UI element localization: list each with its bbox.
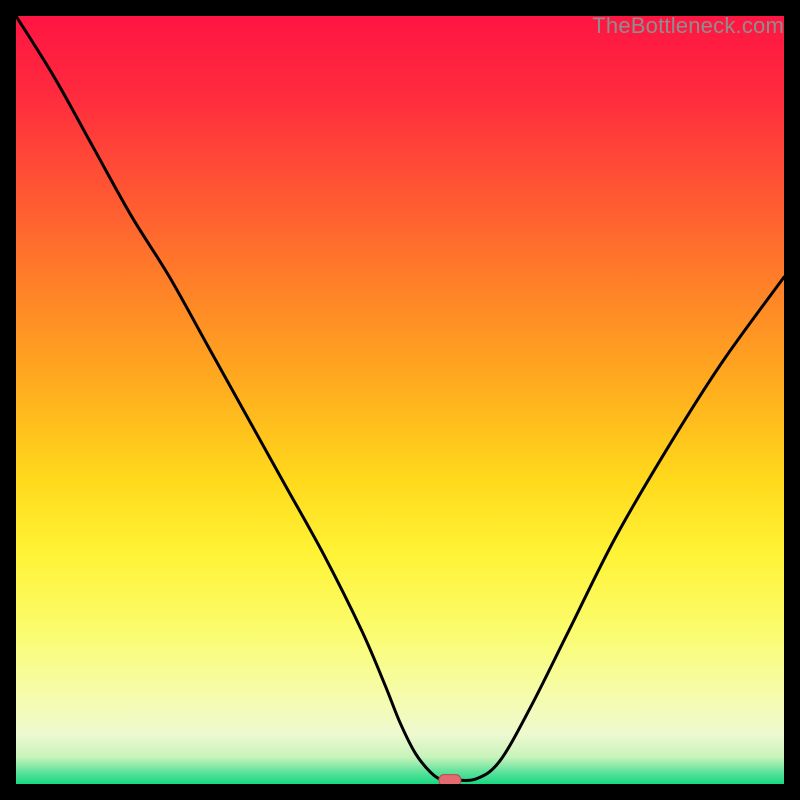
chart-frame: TheBottleneck.com — [16, 16, 784, 784]
minimum-marker — [439, 775, 461, 784]
watermark-text: TheBottleneck.com — [592, 13, 784, 39]
gradient-background — [16, 16, 784, 784]
bottleneck-chart — [16, 16, 784, 784]
